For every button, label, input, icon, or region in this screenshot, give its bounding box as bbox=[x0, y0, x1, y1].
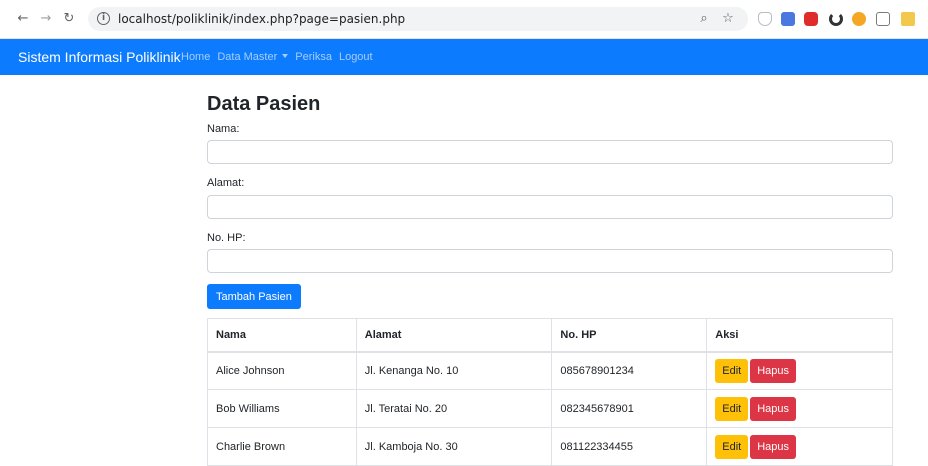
sync-extension-icon[interactable] bbox=[829, 12, 843, 26]
cell-aksi: Edit Hapus bbox=[706, 389, 893, 428]
edit-button[interactable]: Edit bbox=[715, 396, 749, 421]
alamat-input[interactable] bbox=[207, 195, 893, 219]
hp-label: No. HP: bbox=[207, 232, 246, 244]
pasien-table: Nama Alamat No. HP Aksi Alice Johnson Jl… bbox=[207, 318, 893, 466]
nav-data-master-label: Data Master bbox=[217, 51, 278, 63]
edit-button[interactable]: Edit bbox=[715, 434, 749, 459]
nama-label: Nama: bbox=[207, 123, 240, 135]
folder-extension-icon[interactable] bbox=[901, 12, 915, 26]
table-row: Charlie Brown Jl. Kamboja No. 30 0811223… bbox=[207, 427, 893, 466]
header-nama: Nama bbox=[207, 318, 357, 353]
page-title: Data Pasien bbox=[207, 93, 321, 115]
cell-aksi: Edit Hapus bbox=[706, 351, 893, 390]
cell-nama: Alice Johnson bbox=[207, 351, 357, 390]
url-text[interactable]: localhost/poliklinik/index.php?page=pasi… bbox=[118, 12, 405, 26]
tambah-pasien-button[interactable]: Tambah Pasien bbox=[207, 284, 301, 309]
caret-down-icon bbox=[282, 54, 289, 58]
cell-aksi: Edit Hapus bbox=[706, 427, 893, 466]
table-row: Alice Johnson Jl. Kenanga No. 10 0856789… bbox=[207, 351, 893, 390]
browser-toolbar: ← → ↻ i localhost/poliklinik/index.php?p… bbox=[0, 0, 928, 39]
video-extension-icon[interactable] bbox=[804, 12, 818, 26]
cookie-extension-icon[interactable] bbox=[852, 12, 866, 26]
table-row: Bob Williams Jl. Teratai No. 20 08234567… bbox=[207, 389, 893, 428]
address-bar[interactable]: i localhost/poliklinik/index.php?page=pa… bbox=[88, 7, 748, 31]
hapus-button[interactable]: Hapus bbox=[750, 396, 797, 421]
nav-periksa[interactable]: Periksa bbox=[295, 51, 332, 63]
translate-extension-icon[interactable] bbox=[781, 12, 795, 26]
cell-alamat: Jl. Teratai No. 20 bbox=[355, 389, 553, 428]
alamat-label: Alamat: bbox=[207, 177, 245, 189]
hapus-button[interactable]: Hapus bbox=[750, 434, 797, 459]
shield-extension-icon[interactable] bbox=[758, 12, 772, 26]
app-navbar: Sistem Informasi Poliklinik Home Data Ma… bbox=[0, 39, 928, 75]
edit-button[interactable]: Edit bbox=[715, 358, 749, 383]
navbar-brand[interactable]: Sistem Informasi Poliklinik bbox=[18, 49, 181, 65]
cell-hp: 082345678901 bbox=[551, 389, 708, 428]
nav-home[interactable]: Home bbox=[181, 51, 210, 63]
reload-icon[interactable]: ↻ bbox=[61, 11, 77, 27]
cell-hp: 085678901234 bbox=[551, 351, 708, 390]
nav-links: Home Data Master Periksa Logout bbox=[181, 51, 373, 63]
nav-data-master-dropdown[interactable]: Data Master bbox=[217, 51, 289, 63]
nama-input[interactable] bbox=[207, 140, 893, 164]
cell-nama: Bob Williams bbox=[207, 389, 357, 428]
hapus-button[interactable]: Hapus bbox=[750, 358, 797, 383]
cell-hp: 081122334455 bbox=[551, 427, 708, 466]
forward-icon[interactable]: → bbox=[38, 11, 54, 27]
back-icon[interactable]: ← bbox=[15, 11, 31, 27]
table-header-row: Nama Alamat No. HP Aksi bbox=[207, 318, 893, 353]
info-icon[interactable]: i bbox=[97, 12, 110, 25]
header-hp: No. HP bbox=[551, 318, 708, 353]
camera-extension-icon[interactable] bbox=[876, 12, 890, 26]
hp-input[interactable] bbox=[207, 249, 893, 273]
zoom-icon[interactable]: ⌕ bbox=[696, 11, 712, 27]
cell-alamat: Jl. Kamboja No. 30 bbox=[355, 427, 553, 466]
nav-logout[interactable]: Logout bbox=[339, 51, 373, 63]
star-icon[interactable]: ☆ bbox=[720, 11, 736, 27]
header-aksi: Aksi bbox=[706, 318, 893, 353]
cell-nama: Charlie Brown bbox=[207, 427, 357, 466]
cell-alamat: Jl. Kenanga No. 10 bbox=[355, 351, 553, 390]
header-alamat: Alamat bbox=[355, 318, 553, 353]
